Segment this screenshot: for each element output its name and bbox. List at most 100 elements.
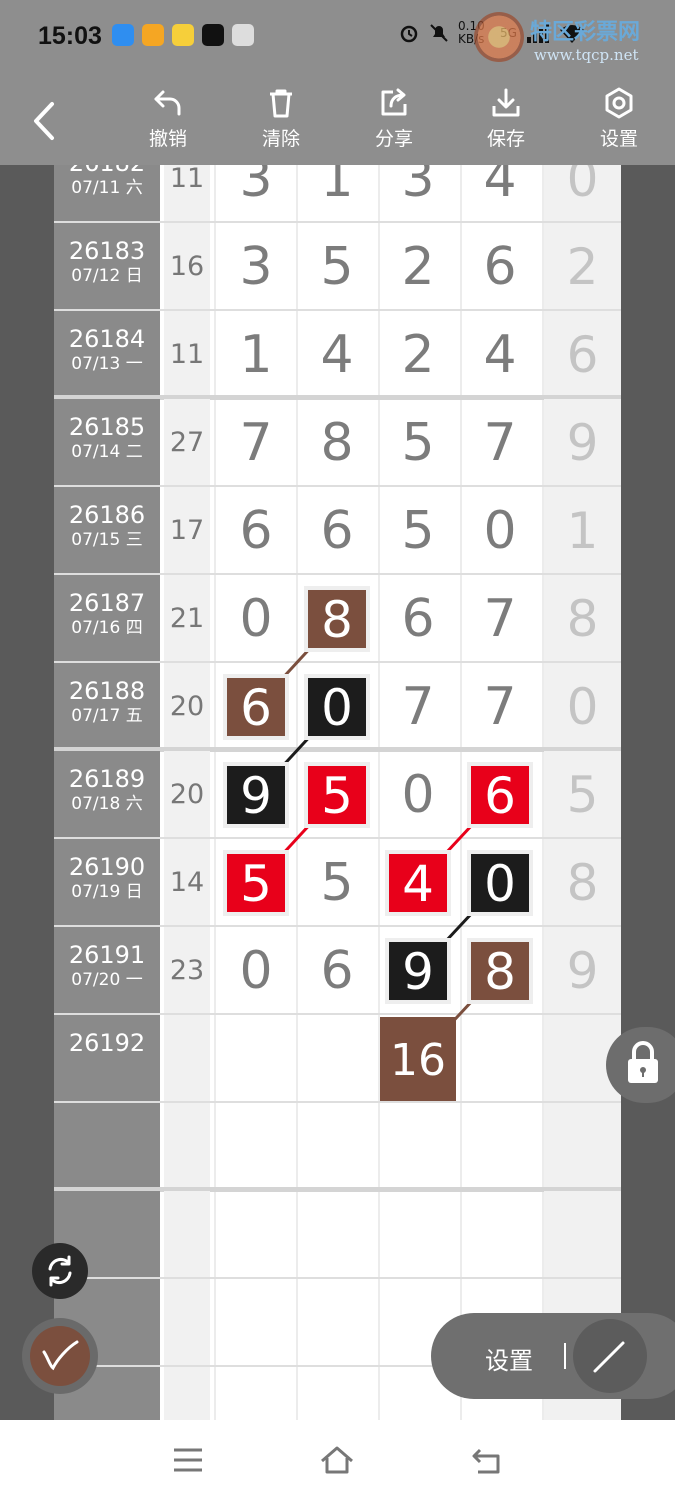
table-row: 26183 07/12 日 16 3 5 2 6 2 bbox=[54, 223, 621, 311]
digit-cell[interactable]: 7 bbox=[378, 663, 458, 749]
digit-cell[interactable]: 6 bbox=[297, 487, 377, 573]
digit-cell[interactable]: 5 bbox=[378, 487, 458, 573]
issue-cell: 26189 07/18 六 bbox=[54, 751, 160, 837]
share-label: 分享 bbox=[374, 128, 413, 150]
settings-label: 设置 bbox=[599, 128, 638, 150]
issue-number: 26192 bbox=[68, 1029, 146, 1057]
digit-cell[interactable]: 2 bbox=[378, 311, 458, 397]
issue-date: 07/18 六 bbox=[71, 794, 143, 814]
marked-digit[interactable]: 9 bbox=[227, 766, 285, 825]
last-digit-cell: 0 bbox=[544, 663, 621, 749]
line-tool-button[interactable] bbox=[573, 1319, 647, 1393]
download-icon bbox=[492, 88, 520, 117]
digit-cell[interactable]: 5 bbox=[297, 839, 377, 925]
undo-button[interactable]: 撤销 bbox=[133, 86, 203, 161]
clear-button[interactable]: 清除 bbox=[246, 86, 316, 161]
digit-cell[interactable]: 0 bbox=[378, 751, 458, 837]
digit-cell[interactable]: 4 bbox=[297, 311, 377, 397]
right-gutter bbox=[621, 165, 675, 1420]
back-nav-icon[interactable] bbox=[470, 1446, 504, 1476]
digit-cell[interactable] bbox=[460, 1015, 540, 1101]
empty-sum-cell bbox=[164, 1279, 210, 1365]
issue-date: 07/17 五 bbox=[71, 706, 143, 726]
refresh-button[interactable] bbox=[32, 1243, 88, 1299]
clear-label: 清除 bbox=[261, 128, 300, 150]
empty-sum-cell bbox=[164, 1191, 210, 1277]
menu-icon[interactable] bbox=[172, 1446, 204, 1474]
issue-number: 26187 bbox=[68, 589, 146, 617]
status-bar: 15:03 0.10 KB/s 5G 特区彩票网 www.tqcp.net bbox=[0, 0, 675, 78]
lock-button[interactable] bbox=[606, 1027, 675, 1103]
issue-date: 07/16 四 bbox=[71, 618, 143, 638]
digit-cell[interactable]: 4 bbox=[460, 311, 540, 397]
digit-cell[interactable]: 1 bbox=[297, 165, 377, 221]
marked-digit[interactable]: 5 bbox=[227, 854, 285, 913]
brush-button[interactable] bbox=[22, 1318, 98, 1394]
marked-digit[interactable]: 6 bbox=[471, 766, 529, 825]
digit-cell[interactable]: 6 bbox=[216, 487, 296, 573]
digit-cell[interactable]: 7 bbox=[460, 575, 540, 661]
digit-cell[interactable]: 6 bbox=[297, 927, 377, 1013]
trend-chart-grid[interactable]: 2618207/11 六11313402618307/12 日163526226… bbox=[54, 165, 621, 1420]
marked-digit[interactable]: 6 bbox=[227, 678, 285, 737]
digit-cell[interactable]: 6 bbox=[378, 575, 458, 661]
marked-digit[interactable]: 4 bbox=[389, 854, 447, 913]
marked-digit[interactable]: 0 bbox=[308, 678, 366, 737]
issue-number: 26183 bbox=[68, 237, 146, 265]
issue-cell: 26188 07/17 五 bbox=[54, 663, 160, 749]
tiktok-icon bbox=[202, 24, 224, 46]
save-button[interactable]: 保存 bbox=[471, 86, 541, 161]
watermark-logo bbox=[474, 12, 524, 62]
share-button[interactable]: 分享 bbox=[359, 86, 429, 161]
undo-label: 撤销 bbox=[148, 128, 187, 150]
digit-cell[interactable]: 3 bbox=[216, 223, 296, 309]
marked-digit[interactable]: 8 bbox=[471, 942, 529, 1001]
marked-digit[interactable]: 5 bbox=[308, 766, 366, 825]
digit-cell[interactable]: 6 bbox=[460, 223, 540, 309]
settings-button[interactable]: 设置 bbox=[584, 86, 654, 161]
digit-cell[interactable]: 8 bbox=[297, 399, 377, 485]
marked-digit[interactable]: 0 bbox=[471, 854, 529, 913]
sum-cell: 16 bbox=[164, 223, 210, 309]
table-row: 26184 07/13 一 11 1 4 2 4 6 bbox=[54, 311, 621, 399]
home-icon[interactable] bbox=[319, 1444, 355, 1476]
digit-cell[interactable]: 4 bbox=[460, 165, 540, 221]
digit-cell[interactable]: 1 bbox=[216, 311, 296, 397]
digit-cell[interactable] bbox=[216, 1015, 296, 1101]
avatar-icon bbox=[232, 24, 254, 46]
draw-settings-pill[interactable]: 设置 bbox=[431, 1313, 675, 1399]
digit-cell[interactable]: 5 bbox=[378, 399, 458, 485]
back-button[interactable] bbox=[28, 100, 62, 142]
sum-cell: 27 bbox=[164, 399, 210, 485]
digit-cell[interactable]: 3 bbox=[216, 165, 296, 221]
digit-cell[interactable]: 0 bbox=[216, 927, 296, 1013]
issue-number: 26184 bbox=[68, 325, 146, 353]
sum-cell bbox=[164, 1015, 210, 1101]
marked-digit[interactable]: 8 bbox=[308, 590, 366, 649]
digit-cell[interactable]: 2 bbox=[378, 223, 458, 309]
digit-cell[interactable]: 0 bbox=[460, 487, 540, 573]
empty-last-cell bbox=[544, 1191, 621, 1277]
issue-cell: 2618207/11 六 bbox=[54, 165, 160, 221]
app-icon-yellow bbox=[172, 24, 194, 46]
prediction-mark[interactable]: 16 bbox=[380, 1017, 456, 1101]
trash-icon bbox=[270, 89, 292, 118]
digit-cell[interactable]: 3 bbox=[378, 165, 458, 221]
last-digit-cell: 5 bbox=[544, 751, 621, 837]
left-gutter bbox=[0, 165, 54, 1420]
digit-cell[interactable]: 0 bbox=[216, 575, 296, 661]
pill-separator bbox=[564, 1343, 566, 1369]
issue-cell: 26183 07/12 日 bbox=[54, 223, 160, 309]
digit-cell[interactable]: 7 bbox=[216, 399, 296, 485]
table-row: 2618207/11 六1131340 bbox=[54, 165, 621, 223]
last-digit-cell: 9 bbox=[544, 927, 621, 1013]
sum-cell: 20 bbox=[164, 751, 210, 837]
digit-cell[interactable]: 7 bbox=[460, 399, 540, 485]
digit-cell[interactable]: 5 bbox=[297, 223, 377, 309]
last-digit-cell: 9 bbox=[544, 399, 621, 485]
digit-cell[interactable]: 7 bbox=[460, 663, 540, 749]
draw-settings-label: 设置 bbox=[485, 1347, 533, 1375]
marked-digit[interactable]: 9 bbox=[389, 942, 447, 1001]
digit-cell[interactable] bbox=[297, 1015, 377, 1101]
system-nav-bar bbox=[0, 1420, 675, 1500]
